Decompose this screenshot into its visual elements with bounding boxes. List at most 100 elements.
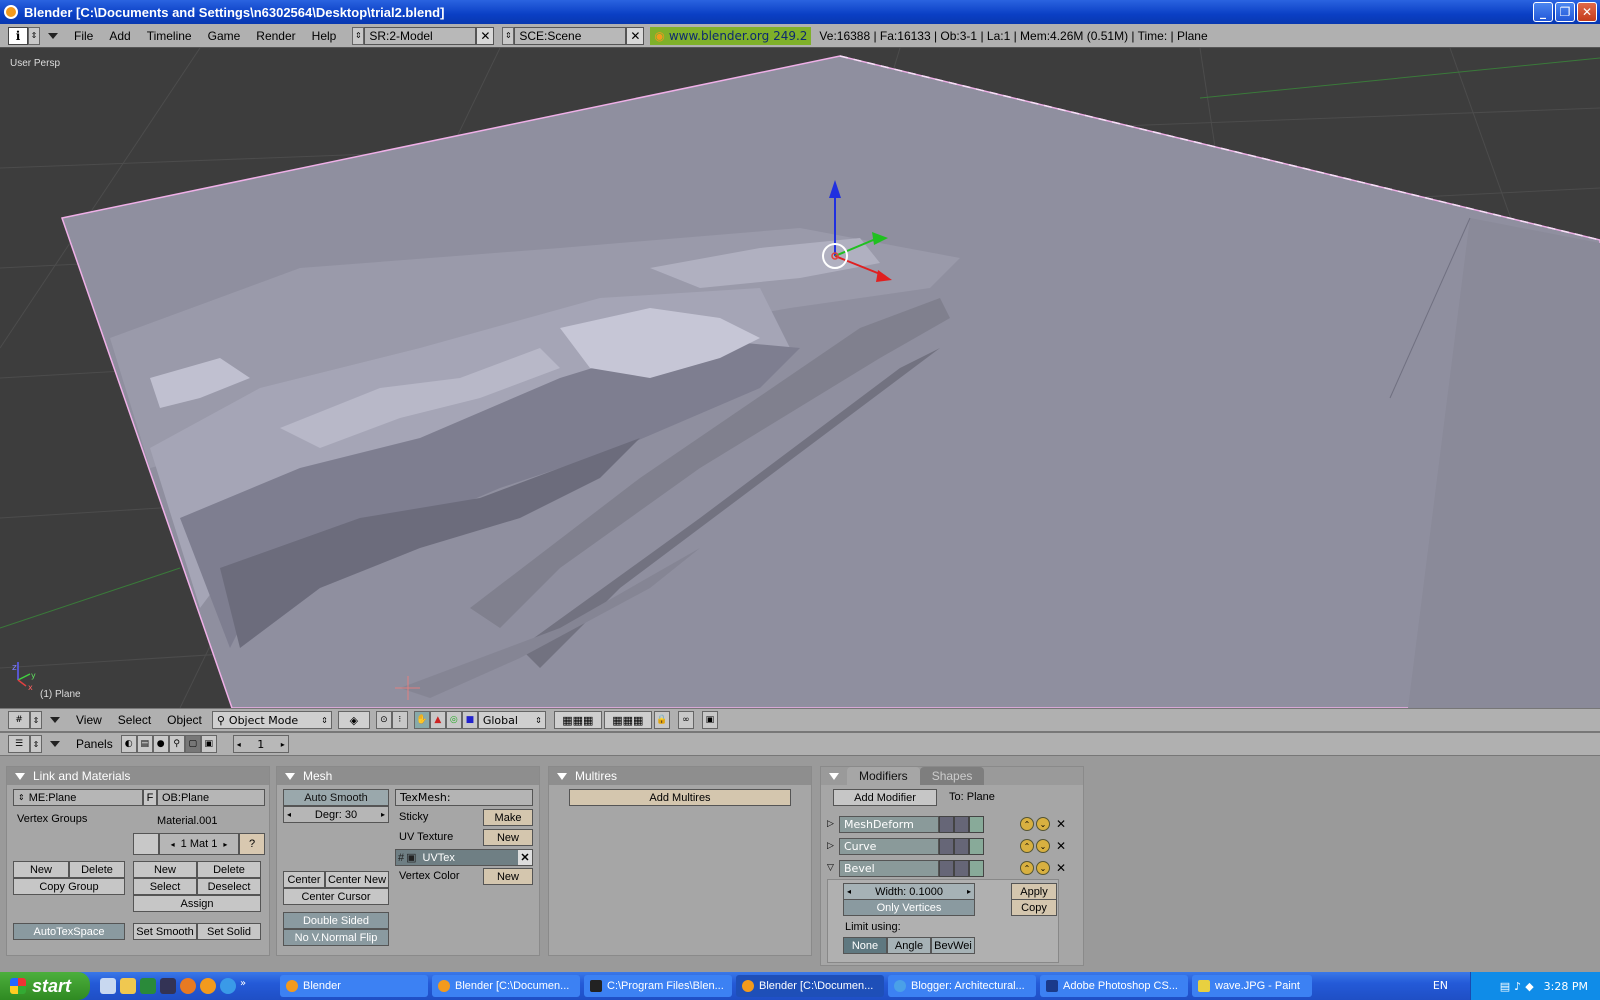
- uvtex-layer-row[interactable]: # ▣ UVTex ✕: [395, 849, 533, 866]
- modifier-render-icon[interactable]: [939, 859, 954, 877]
- center-cursor-button[interactable]: Center Cursor: [283, 888, 389, 905]
- screen-delete-icon[interactable]: ✕: [476, 26, 495, 45]
- info-icon[interactable]: i: [8, 26, 28, 45]
- tab-modifiers[interactable]: Modifiers: [847, 767, 920, 785]
- limit-none-option[interactable]: None: [843, 937, 887, 954]
- limit-angle-option[interactable]: Angle: [887, 937, 931, 954]
- uvtex-delete-icon[interactable]: ✕: [518, 850, 532, 865]
- menu-game[interactable]: Game: [200, 29, 249, 43]
- buttons-header-collapse-icon[interactable]: [50, 741, 60, 747]
- maximize-button[interactable]: ❐: [1555, 2, 1575, 22]
- link-materials-header[interactable]: Link and Materials: [7, 767, 269, 785]
- multires-collapse-icon[interactable]: [557, 772, 567, 780]
- show-desktop-icon[interactable]: [100, 978, 116, 994]
- vertex-group-delete-button[interactable]: Delete: [69, 861, 125, 878]
- app-icon[interactable]: [160, 978, 176, 994]
- mesh-datablock-field[interactable]: ⇕ ME:Plane: [13, 789, 143, 806]
- mesh-collapse-icon[interactable]: [285, 772, 295, 780]
- mode-select[interactable]: ⚲ Object Mode ⇕: [211, 711, 332, 729]
- render-preview-icon[interactable]: ▣: [701, 711, 718, 729]
- set-smooth-button[interactable]: Set Smooth: [133, 923, 197, 940]
- tray-volume-icon[interactable]: ♪: [1514, 980, 1521, 993]
- limit-bevweight-option[interactable]: BevWei: [931, 937, 975, 954]
- menu-add[interactable]: Add: [101, 29, 138, 43]
- modifier-bevel-name[interactable]: Bevel: [839, 859, 939, 877]
- window-type-arrow-icon[interactable]: ⇕: [28, 26, 40, 45]
- modifier-move-up-icon[interactable]: ⌃: [1020, 839, 1034, 853]
- vertex-color-new-button[interactable]: New: [483, 868, 533, 885]
- frame-number-field[interactable]: ◂ 1 ▸: [232, 735, 289, 753]
- material-new-button[interactable]: New: [133, 861, 197, 878]
- translate-icon[interactable]: ▲: [429, 711, 446, 729]
- shading-icon[interactable]: ●: [152, 735, 169, 753]
- lock-icon[interactable]: 🔒: [653, 711, 670, 729]
- modifier-render-icon[interactable]: [939, 815, 954, 833]
- panel-collapse-icon[interactable]: [15, 772, 25, 780]
- scene-name-field[interactable]: SCE:Scene: [514, 26, 627, 45]
- material-deselect-button[interactable]: Deselect: [197, 878, 261, 895]
- modifier-move-up-icon[interactable]: ⌃: [1020, 861, 1034, 875]
- more-quicklaunch-icon[interactable]: »: [240, 978, 256, 994]
- excel-icon[interactable]: [140, 978, 156, 994]
- menu-object[interactable]: Object: [159, 713, 210, 727]
- snap-icon[interactable]: ∞: [677, 711, 694, 729]
- draw-type-select[interactable]: ◈: [337, 711, 370, 729]
- material-select-button[interactable]: Select: [133, 878, 197, 895]
- taskbar-item-blender-doc[interactable]: Blender [C:\Documen...: [432, 975, 580, 997]
- screen-name-field[interactable]: SR:2-Model: [364, 26, 477, 45]
- material-help-button[interactable]: ?: [239, 833, 265, 855]
- modifier-copy-button[interactable]: Copy: [1011, 899, 1057, 916]
- screen-browse-icon[interactable]: ⇕: [352, 26, 365, 45]
- modifier-cage-icon[interactable]: [969, 815, 984, 833]
- menu-timeline[interactable]: Timeline: [139, 29, 200, 43]
- bevel-width-field[interactable]: ◂ Width: 0.1000 ▸: [843, 883, 975, 900]
- menu-help[interactable]: Help: [304, 29, 345, 43]
- logic-icon[interactable]: ◐: [120, 735, 137, 753]
- modifier-curve-row[interactable]: ▷ Curve ⌃ ⌄ ✕: [827, 837, 1067, 855]
- modifier-bevel-row[interactable]: ▽ Bevel ⌃ ⌄ ✕: [827, 859, 1067, 877]
- material-delete-button[interactable]: Delete: [197, 861, 261, 878]
- scene-icon[interactable]: ▣: [200, 735, 217, 753]
- modifier-cage-icon[interactable]: [969, 859, 984, 877]
- ie-icon[interactable]: [220, 978, 236, 994]
- add-modifier-button[interactable]: Add Modifier: [833, 789, 937, 806]
- mesh-panel-header[interactable]: Mesh: [277, 767, 539, 785]
- fake-user-button[interactable]: F: [143, 789, 157, 806]
- manipulator-hand-icon[interactable]: ✋: [413, 711, 430, 729]
- buttons-editor-icon[interactable]: ☰: [8, 735, 30, 753]
- smooth-degree-field[interactable]: ◂ Degr: 30 ▸: [283, 806, 389, 823]
- scene-delete-icon[interactable]: ✕: [626, 26, 645, 45]
- modifier-cage-icon[interactable]: [969, 837, 984, 855]
- sticky-make-button[interactable]: Make: [483, 809, 533, 826]
- modifier-expand-icon[interactable]: ▷: [827, 841, 839, 851]
- collapse-menu-icon[interactable]: [48, 32, 58, 39]
- close-button[interactable]: ✕: [1577, 2, 1597, 22]
- script-icon[interactable]: ▤: [136, 735, 153, 753]
- align-icon[interactable]: ⁝: [391, 711, 408, 729]
- modifier-move-down-icon[interactable]: ⌄: [1036, 839, 1050, 853]
- orientation-select[interactable]: Global ⇕: [477, 711, 546, 729]
- material-index-field[interactable]: ◂ 1 Mat 1 ▸: [159, 833, 239, 855]
- view-header-collapse-icon[interactable]: [50, 717, 60, 723]
- explorer-icon[interactable]: [120, 978, 136, 994]
- blender-quick-icon[interactable]: [200, 978, 216, 994]
- object-name-field[interactable]: OB:Plane: [157, 789, 265, 806]
- material-assign-button[interactable]: Assign: [133, 895, 261, 912]
- menu-select[interactable]: Select: [110, 713, 159, 727]
- blender-url-badge[interactable]: ◉ www.blender.org 249.2: [650, 26, 812, 45]
- modifiers-collapse-icon[interactable]: [829, 772, 839, 780]
- set-solid-button[interactable]: Set Solid: [197, 923, 261, 940]
- modifier-render-icon[interactable]: [939, 837, 954, 855]
- grid-editor-icon[interactable]: #: [8, 711, 30, 729]
- rotate-icon[interactable]: ◎: [445, 711, 462, 729]
- modifier-apply-button[interactable]: Apply: [1011, 883, 1057, 900]
- taskbar-item-paint[interactable]: wave.JPG - Paint: [1192, 975, 1312, 997]
- menu-view[interactable]: View: [68, 713, 110, 727]
- taskbar-item-blender[interactable]: Blender: [280, 975, 428, 997]
- menu-render[interactable]: Render: [248, 29, 303, 43]
- buttons-type-arrow-icon[interactable]: ⇕: [30, 735, 42, 753]
- modifier-realtime-icon[interactable]: [954, 815, 969, 833]
- pivot-icon[interactable]: ⊙: [375, 711, 392, 729]
- taskbar-item-blender-active[interactable]: Blender [C:\Documen...: [736, 975, 884, 997]
- modifier-expand-icon[interactable]: ▷: [827, 819, 839, 829]
